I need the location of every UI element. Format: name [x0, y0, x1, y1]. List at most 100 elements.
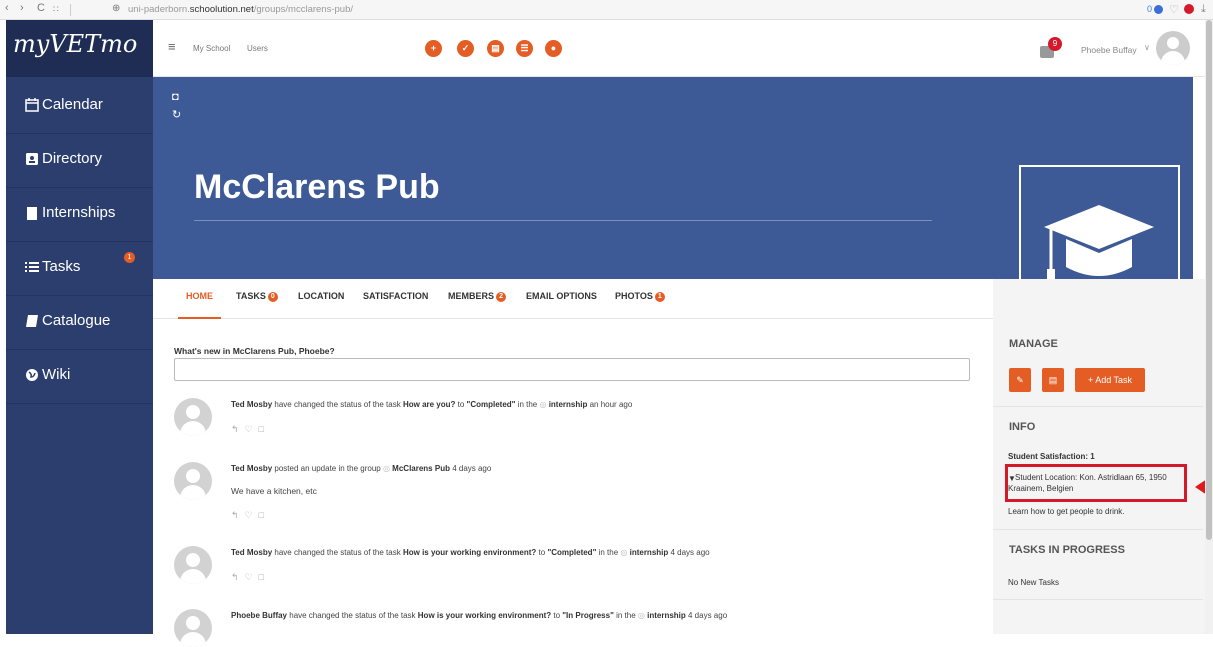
sidebar-item-catalogue[interactable]: Catalogue	[6, 296, 153, 350]
activity-verb: have changed the status of the task	[272, 400, 403, 409]
like-icon[interactable]: ♡	[245, 424, 259, 434]
calendar-check-icon[interactable]: ✓	[457, 40, 474, 57]
extension-count[interactable]: 0	[1147, 4, 1152, 14]
delete-icon[interactable]: □	[259, 572, 270, 582]
scrollbar[interactable]	[1205, 20, 1213, 634]
tab-home[interactable]: HOME	[178, 291, 221, 319]
building-icon[interactable]: ▤	[487, 40, 504, 57]
sidebar-item-label: Wiki	[42, 366, 71, 383]
top-bar: ≡ My School Users + ✓ ▤ ☰ ● 9 Phoebe Buf…	[153, 20, 1213, 77]
tab-tasks[interactable]: TASKS 0	[236, 291, 278, 302]
tab-label: SATISFACTION	[363, 291, 429, 301]
activity-actions: ↰♡□	[231, 572, 270, 583]
activity-status: "In Progress"	[562, 611, 614, 620]
activity-group[interactable]: internship	[630, 548, 669, 557]
like-icon[interactable]: ♡	[245, 510, 259, 520]
no-tasks-text: No New Tasks	[1008, 578, 1059, 587]
user-avatar[interactable]	[1156, 31, 1190, 65]
url-path: /groups/mcclarens-pub/	[253, 4, 353, 15]
whats-new-input[interactable]	[174, 358, 970, 381]
edit-button[interactable]: ✎	[1009, 368, 1031, 392]
app-logo[interactable]: myVETmo	[6, 20, 153, 77]
toolbar-divider	[70, 4, 71, 16]
group-icon: ◎	[620, 548, 628, 557]
reload-icon[interactable]: C	[37, 2, 45, 14]
url-domain: schoolution.net	[189, 4, 254, 15]
activity-time: an hour ago	[587, 400, 633, 409]
tab-location[interactable]: LOCATION	[298, 291, 344, 301]
delete-icon[interactable]: □	[259, 424, 270, 434]
sidebar-item-directory[interactable]: Directory	[6, 134, 153, 188]
reply-icon[interactable]: ↰	[231, 510, 245, 520]
delete-icon[interactable]: □	[259, 510, 270, 520]
sidebar-item-calendar[interactable]: Calendar	[6, 80, 153, 134]
activity-group[interactable]: internship	[549, 400, 588, 409]
reply-icon[interactable]: ↰	[231, 572, 245, 582]
tab-photos[interactable]: PHOTOS 1	[615, 291, 665, 302]
activity-time: 4 days ago	[685, 611, 728, 620]
scrollbar-thumb[interactable]	[1206, 20, 1212, 540]
extension-badge-icon[interactable]	[1184, 4, 1194, 14]
info-title: INFO	[1009, 421, 1036, 433]
activity-actor[interactable]: Ted Mosby	[231, 464, 272, 473]
sidebar-item-tasks[interactable]: Tasks 1	[6, 242, 153, 296]
camera-icon[interactable]: ◘	[172, 91, 179, 103]
tab-email-options[interactable]: EMAIL OPTIONS	[526, 291, 597, 301]
like-icon[interactable]: ♡	[245, 572, 259, 582]
heart-icon[interactable]: ♡	[1169, 3, 1179, 16]
building-button[interactable]: ▤	[1042, 368, 1064, 392]
notification-count-badge[interactable]: 9	[1048, 37, 1062, 51]
manage-section: MANAGE ✎ ▤ + Add Task	[993, 322, 1203, 407]
activity-actor[interactable]: Ted Mosby	[231, 400, 272, 409]
activity-status: "Completed"	[466, 400, 516, 409]
activity-task[interactable]: How is your working environment?	[418, 611, 551, 620]
avatar-body	[1161, 51, 1185, 65]
list-icon[interactable]: ☰	[516, 40, 533, 57]
globe-icon[interactable]: ●	[545, 40, 562, 57]
hamburger-menu-icon[interactable]: ≡	[168, 39, 176, 54]
avatar[interactable]	[174, 398, 212, 436]
browser-toolbar: ‹ › C ∷ ⊕ uni-paderborn.schoolution.net/…	[0, 0, 1213, 20]
activity-mid: to	[455, 400, 467, 409]
nav-users[interactable]: Users	[247, 44, 268, 53]
activity-group[interactable]: internship	[647, 611, 686, 620]
vpn-extension-icon[interactable]	[1154, 5, 1163, 14]
book-icon	[26, 315, 38, 327]
pencil-icon: ✎	[1016, 375, 1024, 385]
tasks-badge: 1	[124, 252, 135, 263]
activity-task[interactable]: How is your working environment?	[403, 548, 536, 557]
site-info-icon[interactable]: ⊕	[112, 3, 120, 14]
building-icon: ▤	[1048, 375, 1058, 385]
avatar[interactable]	[174, 462, 212, 500]
apps-grid-icon[interactable]: ∷	[53, 4, 59, 15]
activity-actor[interactable]: Phoebe Buffay	[231, 611, 287, 620]
group-icon: ◎	[382, 464, 390, 473]
chevron-down-icon[interactable]: ∨	[1144, 43, 1150, 52]
user-name[interactable]: Phoebe Buffay	[1081, 45, 1137, 55]
add-user-icon[interactable]: +	[425, 40, 442, 57]
activity-verb: have changed the status of the task	[272, 548, 403, 557]
activity-task[interactable]: How are you?	[403, 400, 455, 409]
forward-icon[interactable]: ›	[20, 2, 24, 14]
tab-members[interactable]: MEMBERS 2	[448, 291, 507, 302]
avatar[interactable]	[174, 609, 212, 647]
activity-group[interactable]: McClarens Pub	[392, 464, 450, 473]
sidebar-item-wiki[interactable]: Wiki	[6, 350, 153, 404]
download-icon[interactable]: ⤓	[1201, 3, 1206, 16]
reply-icon[interactable]: ↰	[231, 424, 245, 434]
address-bar[interactable]: uni-paderborn.schoolution.net/groups/mcc…	[128, 4, 353, 15]
tab-satisfaction[interactable]: SATISFACTION	[363, 291, 428, 301]
tab-badge: 0	[267, 292, 278, 302]
add-task-button[interactable]: + Add Task	[1075, 368, 1145, 392]
nav-my-school[interactable]: My School	[193, 44, 230, 53]
activity-mid: to	[551, 611, 563, 620]
avatar[interactable]	[174, 546, 212, 584]
back-icon[interactable]: ‹	[5, 2, 9, 14]
tab-label: HOME	[186, 291, 213, 301]
activity-verb: have changed the status of the task	[287, 611, 418, 620]
tab-label: LOCATION	[298, 291, 345, 301]
activity-actor[interactable]: Ted Mosby	[231, 548, 272, 557]
refresh-icon[interactable]: ↻	[172, 108, 181, 121]
url-prefix: uni-paderborn.	[128, 4, 190, 15]
sidebar-item-internships[interactable]: Internships	[6, 188, 153, 242]
